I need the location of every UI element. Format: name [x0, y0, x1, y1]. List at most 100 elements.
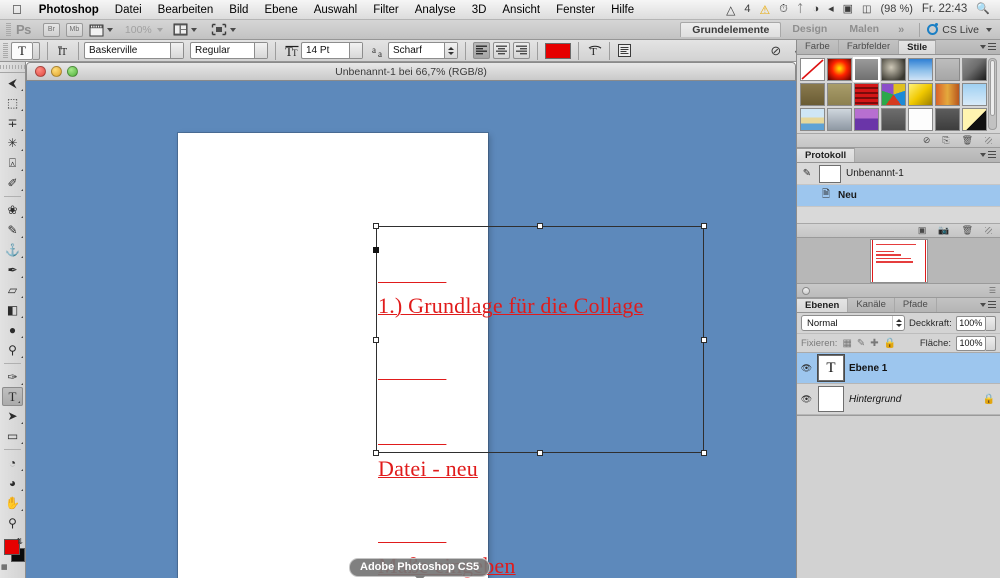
menu-item-photoshop[interactable]: Photoshop	[31, 0, 107, 20]
workspace-more-chevron-icon[interactable]: »	[890, 24, 912, 36]
default-colors-icon[interactable]: ▦	[1, 563, 8, 571]
menu-item-bild[interactable]: Bild	[221, 0, 256, 20]
arrange-chevron-down-icon[interactable]	[190, 27, 197, 32]
history-panel-menu-icon[interactable]	[980, 151, 996, 159]
current-tool-preset-picker[interactable]: T	[11, 41, 40, 60]
fill-value[interactable]: 100%	[956, 335, 986, 351]
style-swatch-dark-corner[interactable]	[962, 58, 987, 81]
history-brush-tool[interactable]: ✒	[0, 260, 25, 280]
battery-icon[interactable]: ◫	[862, 4, 871, 15]
tab-pfade[interactable]: Pfade	[895, 298, 937, 312]
font-size-input[interactable]: 14 Pt	[301, 42, 363, 59]
style-swatch-light-gray[interactable]	[935, 58, 960, 81]
cs-live-button[interactable]: CS Live	[927, 23, 1000, 36]
clear-style-icon[interactable]: ⊘	[923, 135, 931, 146]
anti-aliasing-select[interactable]: Scharf	[388, 42, 458, 59]
quick-selection-tool[interactable]: ✳	[0, 133, 25, 153]
fill-chevron-down-icon[interactable]	[986, 335, 996, 351]
new-document-from-state-icon[interactable]: ▣	[918, 225, 927, 236]
rectangle-shape-tool[interactable]: ▭	[0, 426, 25, 446]
menu-item-ebene[interactable]: Ebene	[256, 0, 305, 20]
transform-handle-top-left[interactable]	[373, 223, 379, 229]
layer-visibility-icon-background[interactable]: 👁	[800, 394, 813, 405]
wifi-icon[interactable]: ◑	[812, 4, 819, 15]
eyedropper-tool[interactable]: ✐	[0, 173, 25, 193]
navigator-viewport-box[interactable]	[871, 239, 926, 282]
delete-style-icon[interactable]: 🗑	[962, 135, 973, 146]
time-machine-icon[interactable]: ⏱	[779, 4, 788, 15]
tab-farbfelder[interactable]: Farbfelder	[839, 40, 900, 54]
tab-ebenen[interactable]: Ebenen	[797, 298, 849, 312]
style-swatch-sky-gradient[interactable]	[962, 83, 987, 106]
style-swatch-gray-bevel[interactable]	[853, 57, 880, 82]
font-style-chevron-down-icon[interactable]	[254, 43, 267, 58]
transform-handle-bottom-left[interactable]	[373, 450, 379, 456]
layers-panel-menu-icon[interactable]	[980, 301, 996, 309]
font-family-chevron-down-icon[interactable]	[170, 43, 183, 58]
spot-healing-brush-tool[interactable]: ❀	[0, 200, 25, 220]
font-style-select[interactable]: Regular	[190, 42, 268, 59]
style-swatch-charcoal[interactable]	[935, 108, 960, 131]
pen-tool[interactable]: ✑	[0, 367, 25, 387]
history-state-row[interactable]: 🗎 Neu	[797, 185, 1000, 207]
history-resize-grip[interactable]	[985, 227, 992, 234]
eraser-tool[interactable]: ▱	[0, 280, 25, 300]
launch-mini-bridge-button[interactable]: Mb	[65, 22, 83, 37]
marquee-tool[interactable]: ⬚	[0, 93, 25, 113]
align-left-icon[interactable]	[473, 42, 490, 59]
style-swatch-noise[interactable]	[827, 108, 852, 131]
close-icon[interactable]	[35, 66, 46, 77]
warp-text-icon[interactable]: T	[586, 42, 604, 60]
chevron-down-icon[interactable]	[106, 27, 113, 32]
launch-bridge-button[interactable]: Br	[42, 22, 60, 37]
gradient-tool[interactable]: ◧	[0, 300, 25, 320]
blend-mode-stepper[interactable]	[892, 316, 904, 330]
move-tool[interactable]: ⮜	[0, 73, 25, 93]
appbar-grip[interactable]	[6, 22, 11, 37]
bluetooth-icon[interactable]: ᛏ	[797, 4, 804, 15]
menu-item-datei[interactable]: Datei	[107, 0, 150, 20]
cancel-edit-icon[interactable]: ⊘	[770, 43, 781, 59]
warning-icon[interactable]: ⚠	[759, 4, 770, 16]
view-extras-icon[interactable]	[89, 23, 113, 37]
zoom-tool[interactable]: ⚲	[0, 513, 25, 533]
menu-item-bearbeiten[interactable]: Bearbeiten	[150, 0, 222, 20]
transform-handle-middle-right[interactable]	[701, 336, 707, 343]
swap-colors-icon[interactable]: ⇅	[16, 537, 23, 546]
delete-state-icon[interactable]: 🗑	[962, 225, 973, 236]
menu-item-fenster[interactable]: Fenster	[548, 0, 603, 20]
tab-protokoll[interactable]: Protokoll	[797, 148, 856, 162]
styles-resize-grip[interactable]	[985, 137, 992, 144]
layers-panel-collapse-icon[interactable]	[802, 286, 810, 295]
styles-scrollbar[interactable]	[988, 58, 997, 130]
zoom-chevron-down-icon[interactable]	[156, 27, 163, 32]
tab-farbe[interactable]: Farbe	[797, 40, 839, 54]
font-family-select[interactable]: Baskerville	[84, 42, 184, 59]
text-bounding-box[interactable]: 1.) Grundlage für die Collage Datei - ne…	[373, 223, 707, 578]
brush-tool[interactable]: ✎	[0, 220, 25, 240]
3d-camera-tool[interactable]: ◕	[0, 473, 25, 493]
workspace-tab-design[interactable]: Design	[781, 22, 838, 37]
path-selection-tool[interactable]: ➤	[0, 406, 25, 426]
style-swatch-blue-gradient[interactable]	[908, 58, 933, 81]
zoom-window-icon[interactable]	[67, 66, 78, 77]
history-brush-source-icon[interactable]: ✎	[800, 167, 814, 181]
style-swatch-confetti[interactable]	[881, 83, 906, 106]
minimize-icon[interactable]	[51, 66, 62, 77]
opacity-chevron-down-icon[interactable]	[985, 315, 996, 331]
navigator-panel[interactable]	[797, 238, 1000, 284]
blend-mode-select[interactable]: Normal	[801, 315, 905, 331]
style-swatch-sunset-gradient[interactable]	[935, 83, 960, 106]
styles-panel-menu-icon[interactable]	[980, 43, 996, 51]
workspace-tab-malen[interactable]: Malen	[838, 22, 890, 37]
font-size-chevron-down-icon[interactable]	[349, 43, 362, 58]
display-icon[interactable]: ▣	[843, 4, 853, 15]
layers-panel-titlebar[interactable]: ☰	[797, 284, 1000, 298]
menu-item-auswahl[interactable]: Auswahl	[306, 0, 365, 20]
menu-item-filter[interactable]: Filter	[365, 0, 407, 20]
transform-handle-top-right[interactable]	[701, 223, 707, 229]
new-snapshot-icon[interactable]: 📷	[938, 225, 949, 236]
transform-handle-top-center[interactable]	[537, 223, 543, 229]
dodge-tool[interactable]: ⚲	[0, 340, 25, 360]
menu-item-ansicht[interactable]: Ansicht	[494, 0, 548, 20]
